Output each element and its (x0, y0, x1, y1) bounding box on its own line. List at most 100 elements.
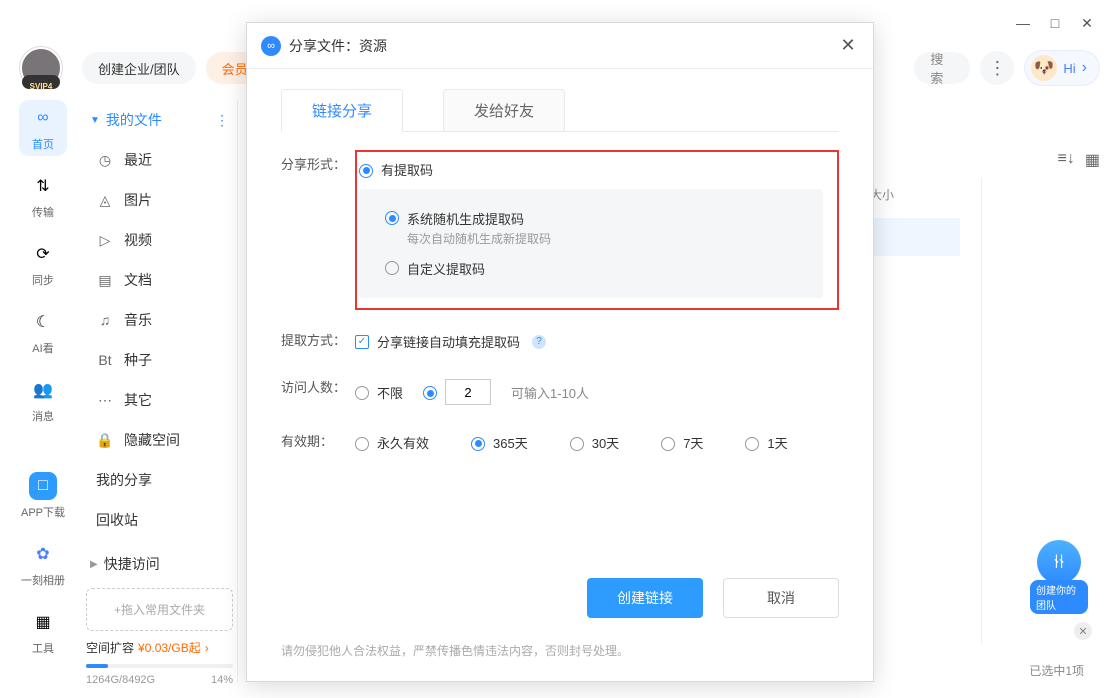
tools-icon: ▦ (29, 608, 57, 636)
tab-send-friend[interactable]: 发给好友 (443, 89, 565, 132)
more-icon[interactable]: ⋮ (980, 51, 1014, 85)
tree-recent[interactable]: ◷最近 (82, 140, 237, 180)
sync-icon: ⟳ (29, 240, 57, 268)
radio-validity-365[interactable]: 365天 (471, 427, 528, 458)
table-row[interactable]: - (870, 446, 960, 484)
nav-home[interactable]: ∞首页 (19, 100, 67, 156)
tree-quick-access[interactable]: ▶快捷访问 (82, 540, 237, 584)
doc-icon: ▤ (96, 272, 114, 289)
left-nav: ∞首页 ⇅传输 ⟳同步 ☾AI看 👥消息 □APP下载 ✿一刻相册 ▦工具 (16, 100, 70, 660)
column-size-header[interactable]: 大小 (870, 186, 960, 203)
assistant-button[interactable]: 🐶 Hi › (1024, 50, 1100, 86)
radio-icon (745, 437, 759, 451)
fab-label: 创建你的团队 (1030, 580, 1088, 614)
radio-icon (423, 386, 437, 400)
tree-recycle[interactable]: 回收站 (82, 500, 237, 540)
status-selected: 已选中1项 (1029, 662, 1084, 679)
window-maximize[interactable]: □ (1046, 14, 1064, 32)
table-row[interactable]: - (870, 370, 960, 408)
create-team-button[interactable]: 创建企业/团队 (82, 52, 196, 84)
share-dialog: ∞ 分享文件：资源 ✕ 链接分享 发给好友 分享形式： 有提取码 (246, 22, 874, 682)
nav-album[interactable]: ✿一刻相册 (19, 536, 67, 592)
nav-app-download[interactable]: □APP下载 (19, 468, 67, 524)
label-share-type: 分享形式： (281, 150, 355, 310)
tree-my-share[interactable]: 我的分享 (82, 460, 237, 500)
home-icon: ∞ (29, 104, 57, 132)
tree-docs[interactable]: ▤文档 (82, 260, 237, 300)
label-visitors: 访问人数： (281, 373, 355, 411)
dots-icon: ⋯ (96, 392, 114, 409)
messages-icon: 👥 (29, 376, 57, 404)
avatar[interactable]: SVIP4 (20, 47, 62, 89)
radio-validity-1[interactable]: 1天 (745, 427, 787, 458)
quick-drop-zone[interactable]: +拖入常用文件夹 (86, 588, 233, 631)
radio-icon (385, 211, 399, 225)
nav-transfer[interactable]: ⇅传输 (19, 168, 67, 224)
highlight-box: 有提取码 系统随机生成提取码 每次自动随机生成新提取码 自定义提取 (355, 150, 839, 310)
chevron-right-icon: › (205, 641, 209, 655)
window-close[interactable]: ✕ (1078, 14, 1096, 32)
radio-icon (355, 437, 369, 451)
radio-validity-forever[interactable]: 永久有效 (355, 427, 429, 458)
tree-video[interactable]: ▷视频 (82, 220, 237, 260)
radio-system-gen[interactable]: 系统随机生成提取码 每次自动随机生成新提取码 (385, 203, 797, 253)
bt-icon: Bt (96, 352, 114, 368)
tab-link-share[interactable]: 链接分享 (281, 89, 403, 132)
table-row[interactable]: - (870, 294, 960, 332)
table-row[interactable]: - (870, 522, 960, 560)
radio-icon (661, 437, 675, 451)
table-row[interactable]: - (870, 598, 960, 636)
assistant-label: Hi (1063, 61, 1075, 76)
table-row[interactable]: - (870, 560, 960, 598)
radio-icon (471, 437, 485, 451)
tree-other[interactable]: ⋯其它 (82, 380, 237, 420)
nav-sync[interactable]: ⟳同步 (19, 236, 67, 292)
chevron-right-icon: ▶ (90, 559, 98, 570)
tree-hidden[interactable]: 🔒隐藏空间 (82, 420, 237, 460)
window-minimize[interactable]: — (1014, 14, 1032, 32)
storage-panel[interactable]: 空间扩容¥0.03/GB起› 1264G/8492G14% (82, 631, 237, 686)
cancel-button[interactable]: 取消 (723, 578, 839, 618)
nav-messages[interactable]: 👥消息 (19, 372, 67, 428)
avatar-badge: SVIP4 (30, 82, 53, 91)
radio-validity-7[interactable]: 7天 (661, 427, 703, 458)
clock-icon: ◷ (96, 152, 114, 169)
create-link-button[interactable]: 创建链接 (587, 578, 703, 618)
nav-ai[interactable]: ☾AI看 (19, 304, 67, 360)
table-row[interactable]: - (870, 218, 960, 256)
chart-icon: ⫮⫮ (1037, 540, 1081, 584)
fab-close[interactable]: ✕ (1074, 622, 1092, 640)
tree-images[interactable]: ◬图片 (82, 180, 237, 220)
visitor-count-input[interactable] (445, 379, 491, 405)
file-tree: ▼ 我的文件 ⋮ ◷最近 ◬图片 ▷视频 ▤文档 ♫音乐 Bt种子 ⋯其它 🔒隐… (82, 100, 238, 683)
nav-tools[interactable]: ▦工具 (19, 604, 67, 660)
radio-unlimited[interactable]: 不限 (355, 377, 403, 408)
table-row[interactable]: - (870, 484, 960, 522)
tree-music[interactable]: ♫音乐 (82, 300, 237, 340)
tree-my-files[interactable]: ▼ 我的文件 ⋮ (82, 100, 237, 140)
dialog-close-button[interactable]: ✕ (837, 35, 859, 57)
table-row[interactable]: - (870, 408, 960, 446)
grid-view-icon[interactable]: ▦ (1085, 150, 1100, 170)
visitor-hint: 可输入1-10人 (511, 383, 589, 402)
radio-with-code[interactable]: 有提取码 (359, 154, 823, 185)
tree-bt[interactable]: Bt种子 (82, 340, 237, 380)
create-team-fab[interactable]: ⫮⫮ 创建你的团队 (1030, 540, 1088, 614)
checkbox-autofill[interactable]: ✓ 分享链接自动填充提取码 ? (355, 326, 839, 357)
search-button[interactable]: 搜索 (914, 52, 970, 84)
cloud-icon: ∞ (261, 36, 281, 56)
table-row[interactable]: - (870, 332, 960, 370)
more-icon[interactable]: ⋮ (215, 112, 229, 129)
table-row[interactable]: - (870, 256, 960, 294)
help-icon[interactable]: ? (532, 335, 546, 349)
lock-icon: 🔒 (96, 432, 114, 449)
radio-visitor-count[interactable] (423, 373, 491, 411)
radio-icon (355, 386, 369, 400)
storage-bar (86, 664, 233, 668)
headphone-icon: ♫ (96, 312, 114, 328)
dialog-title: 分享文件：资源 (289, 36, 387, 56)
ai-icon: ☾ (29, 308, 57, 336)
radio-validity-30[interactable]: 30天 (570, 427, 619, 458)
radio-custom-code[interactable]: 自定义提取码 (385, 253, 797, 284)
sort-icon[interactable]: ≡↓ (1058, 150, 1075, 170)
